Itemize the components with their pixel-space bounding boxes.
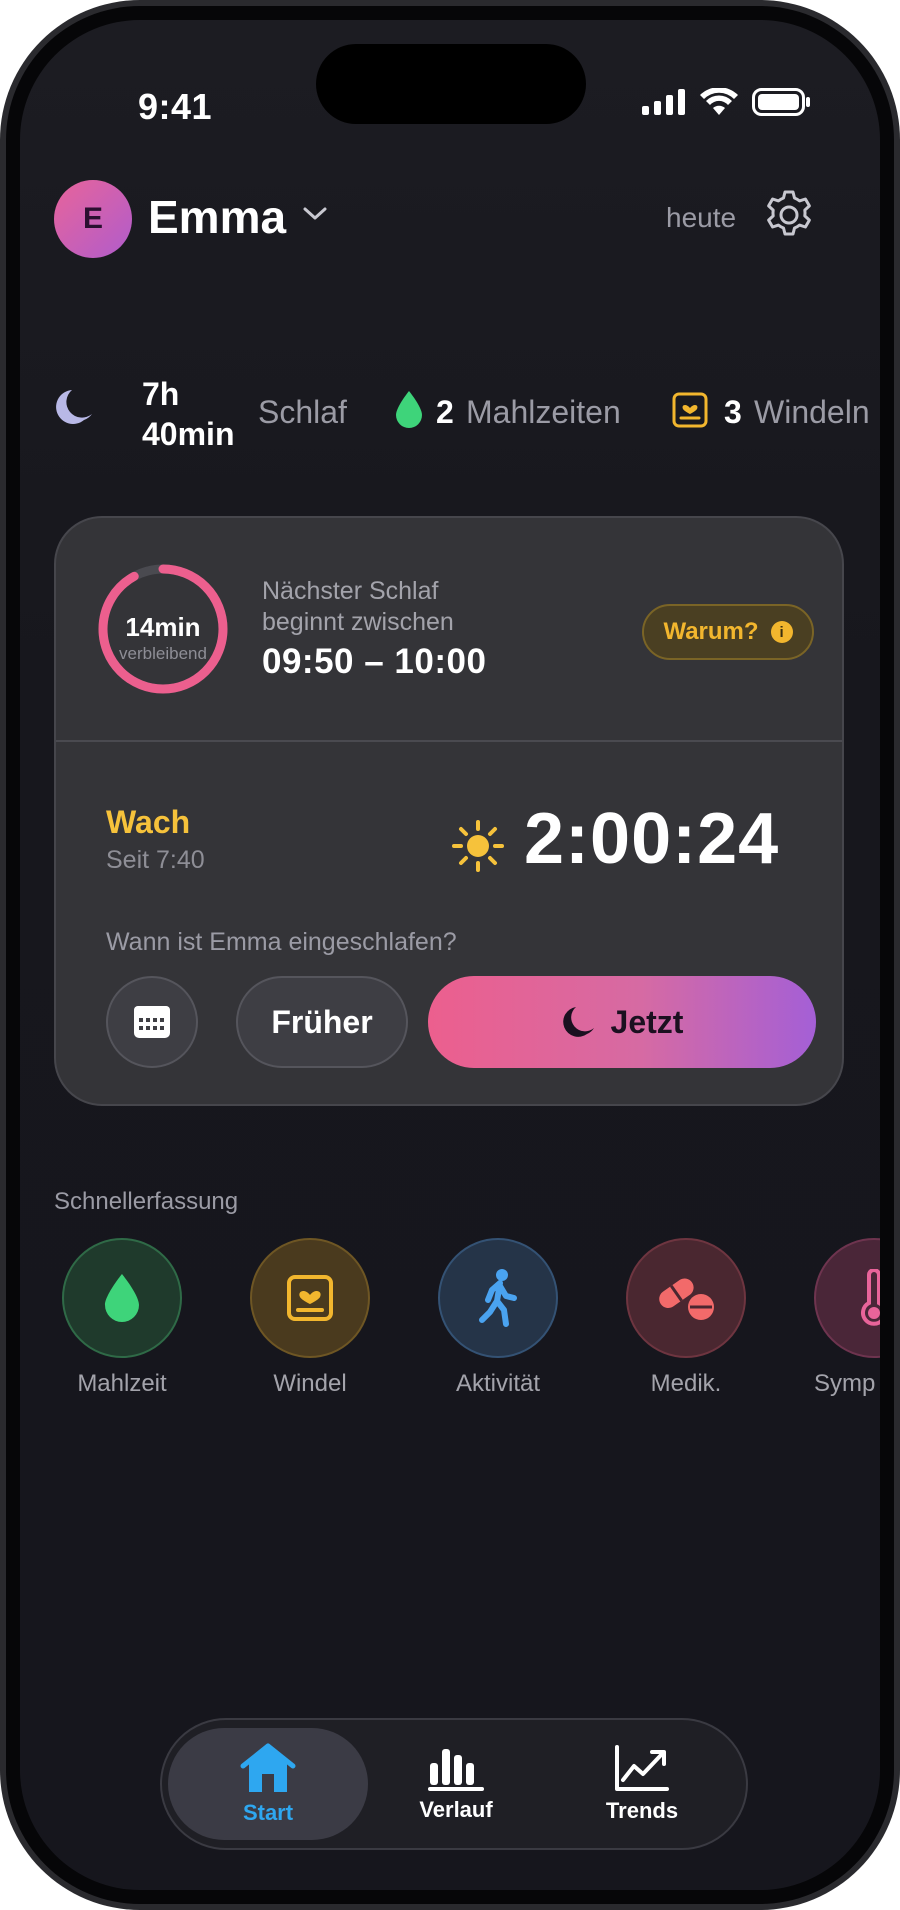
remaining-time-value: 14min [125,612,201,642]
quick-capture-activity[interactable]: Aktivität [418,1238,578,1398]
quick-capture-label: Symp [814,1370,876,1397]
quick-capture-label: Medik. [650,1370,722,1397]
tab-start[interactable]: Start [168,1728,368,1840]
battery-icon [752,88,810,116]
tab-trends[interactable]: Trends [542,1728,742,1840]
date-label[interactable]: heute [666,202,736,234]
pills-icon [659,1278,714,1320]
diapers-count: 3 [724,394,742,430]
tab-label: Trends [605,1798,679,1823]
chevron-down-icon[interactable] [302,206,328,222]
quick-capture-diaper[interactable]: Windel [230,1238,390,1398]
avatar[interactable]: E [54,180,132,258]
thermometer-icon [861,1269,880,1326]
tab-label: Verlauf [419,1797,493,1822]
diaper-icon [672,392,708,428]
calendar-icon [134,1006,170,1038]
calendar-button[interactable] [106,976,198,1068]
remaining-time-label: verbleibend [119,644,207,663]
sleep-total-value: 7h 40min [142,376,235,452]
drop-icon [396,391,422,428]
fell-asleep-question: Wann ist Emma eingeschlafen? [106,928,457,956]
quick-capture-label: Aktivität [455,1370,541,1397]
bar-chart-icon [428,1749,484,1791]
device-frame: 9:41 E Emma heute 7h 40min Schlaf 2 Mahl… [0,0,900,1910]
gear-icon[interactable] [762,188,816,242]
medication-button[interactable] [626,1238,746,1358]
diaper-button[interactable] [250,1238,370,1358]
daily-summary: 7h 40min Schlaf 2 Mahlzeiten 3 Windeln [54,350,874,452]
app-screen: 9:41 E Emma heute 7h 40min Schlaf 2 Mahl… [20,20,880,1890]
tab-bar: Start Verlauf Trends [160,1718,748,1850]
next-sleep-range: 09:50 – 10:00 [262,642,487,681]
sun-icon [452,820,504,872]
diapers-label: Windeln [754,394,870,430]
walking-icon [479,1269,517,1327]
why-button-label: Warum? [663,618,759,645]
quick-capture-medication[interactable]: Medik. [606,1238,766,1398]
meal-button[interactable] [62,1238,182,1358]
meals-label: Mahlzeiten [466,394,621,430]
cellular-signal-icon [642,89,685,115]
now-button-label: Jetzt [610,1003,684,1040]
earlier-button[interactable]: Früher [236,976,408,1068]
now-button[interactable]: Jetzt [428,976,816,1068]
meals-count: 2 [436,394,454,430]
sleep-total-label: Schlaf [258,394,347,430]
home-icon [240,1743,296,1792]
moon-icon [56,390,92,424]
next-sleep-label: Nächster Schlaf beginnt zwischen [262,577,454,636]
status-icons [642,88,810,116]
tab-verlauf[interactable]: Verlauf [356,1728,556,1840]
device-bezel: 9:41 E Emma heute 7h 40min Schlaf 2 Mahl… [6,6,894,1904]
activity-button[interactable] [438,1238,558,1358]
next-sleep-section: 14min verbleibend Nächster Schlaf beginn… [56,518,842,740]
trend-line-icon [615,1745,669,1791]
quick-capture-meal[interactable]: Mahlzeit [42,1238,202,1398]
tab-label: Start [242,1800,294,1825]
dynamic-island [316,44,586,124]
info-icon: i [770,621,793,643]
awake-timer: 2:00:24 [524,799,780,879]
quick-capture-symptom[interactable]: Symp [794,1238,880,1398]
status-time: 9:41 [138,86,213,127]
drop-icon [105,1274,139,1322]
awake-since: Seit 7:40 [106,846,205,874]
awake-state: Wach [106,804,191,840]
quick-capture-label: Windel [273,1370,347,1397]
quick-capture-label: Mahlzeit [77,1370,167,1397]
profile-name[interactable]: Emma [148,190,286,244]
moon-icon [562,1007,594,1037]
diaper-icon [287,1275,333,1321]
wifi-icon [700,88,738,115]
sleep-card: 14min verbleibend Nächster Schlaf beginn… [54,516,844,1106]
quick-capture-title: Schnellerfassung [54,1188,239,1215]
symptom-button[interactable] [814,1238,880,1358]
card-divider [56,740,842,742]
why-button[interactable]: Warum? i [642,604,814,660]
